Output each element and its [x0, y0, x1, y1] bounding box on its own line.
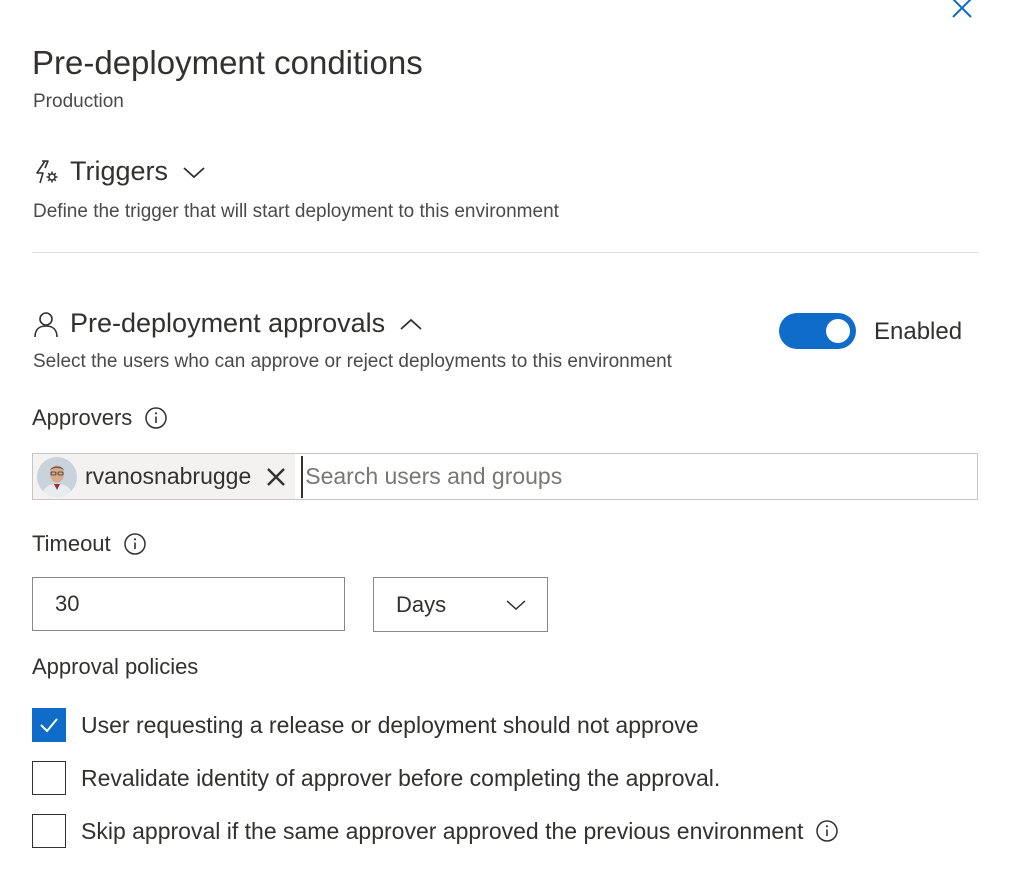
- toggle-label: Enabled: [874, 318, 963, 345]
- approvals-heading: Pre-deployment approvals: [70, 308, 386, 338]
- approver-name: rvanosnabrugge: [85, 463, 252, 489]
- approvers-label: Approvers: [32, 405, 168, 431]
- policy-checkbox[interactable]: [32, 708, 66, 742]
- timeout-unit-value: Days: [396, 591, 447, 617]
- close-icon: [952, 0, 972, 18]
- environment-name: Production: [33, 91, 124, 112]
- checkmark-icon: [40, 718, 58, 733]
- chevron-down-icon: [506, 599, 526, 610]
- policy-label: Skip approval if the same approver appro…: [81, 817, 804, 844]
- policy-label: Revalidate identity of approver before c…: [81, 764, 721, 791]
- panel-title: Pre-deployment conditions: [32, 44, 423, 81]
- close-button[interactable]: [948, 0, 976, 22]
- policy-checkbox[interactable]: [32, 761, 66, 795]
- info-icon[interactable]: [815, 819, 839, 843]
- triggers-description: Define the trigger that will start deplo…: [33, 201, 559, 222]
- chevron-up-icon: [400, 318, 422, 330]
- approvals-section-toggle[interactable]: Pre-deployment approvals: [32, 308, 425, 339]
- search-users-input[interactable]: [301, 455, 977, 498]
- lightning-gear-icon: [36, 159, 58, 183]
- policy-revalidate-identity[interactable]: Revalidate identity of approver before c…: [32, 761, 720, 795]
- remove-approver-icon[interactable]: [265, 466, 287, 488]
- policy-label: User requesting a release or deployment …: [81, 711, 699, 738]
- triggers-section-toggle[interactable]: Triggers: [32, 156, 208, 187]
- approvals-enabled-toggle[interactable]: [779, 313, 856, 349]
- approvers-picker[interactable]: rvanosnabrugge: [32, 453, 978, 500]
- section-divider: [32, 252, 978, 253]
- timeout-label-text: Timeout: [32, 531, 111, 556]
- avatar: [37, 456, 77, 497]
- approvers-label-text: Approvers: [32, 405, 133, 430]
- timeout-label: Timeout: [32, 531, 147, 557]
- chevron-down-icon: [183, 166, 205, 178]
- policy-skip-if-same-approver[interactable]: Skip approval if the same approver appro…: [32, 814, 839, 848]
- timeout-unit-dropdown[interactable]: Days: [373, 577, 548, 632]
- person-icon: [34, 311, 58, 337]
- policy-requester-cannot-approve[interactable]: User requesting a release or deployment …: [32, 708, 699, 742]
- approval-policies-label: Approval policies: [32, 654, 199, 679]
- timeout-input[interactable]: [32, 577, 345, 631]
- approver-chip[interactable]: rvanosnabrugge: [33, 454, 296, 499]
- triggers-heading: Triggers: [70, 156, 169, 186]
- info-icon[interactable]: [123, 532, 147, 556]
- info-icon[interactable]: [144, 406, 168, 430]
- toggle-knob: [826, 319, 850, 343]
- user-photo-icon: [37, 456, 77, 497]
- policy-checkbox[interactable]: [32, 814, 66, 848]
- approvals-description: Select the users who can approve or reje…: [33, 351, 672, 372]
